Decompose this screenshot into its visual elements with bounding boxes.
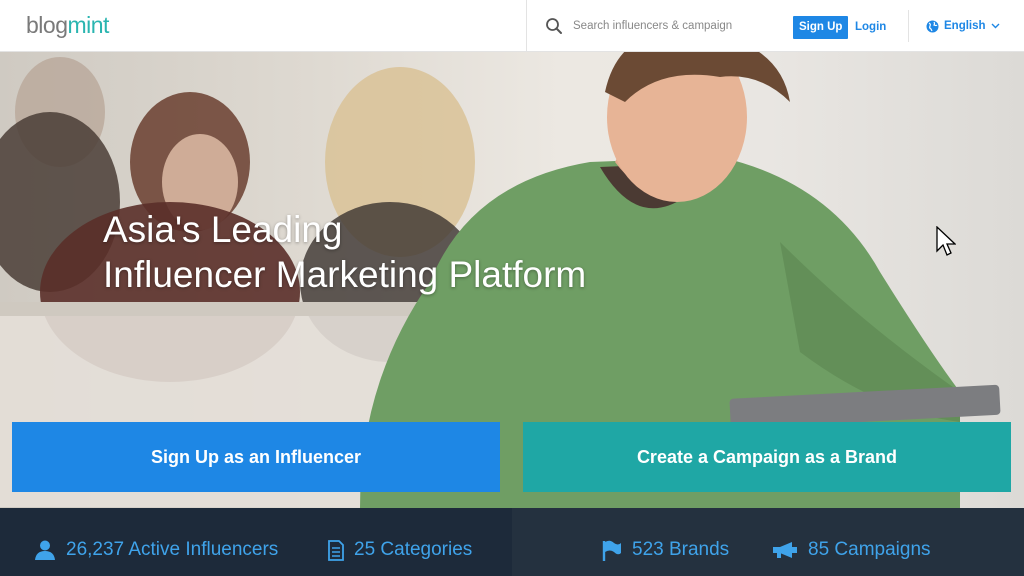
stat-campaigns: 85 Campaigns xyxy=(772,539,931,561)
search-bar xyxy=(526,0,908,52)
login-button[interactable]: Login xyxy=(855,16,886,39)
chevron-down-icon xyxy=(991,23,1000,29)
stat-categories-label: 25 Categories xyxy=(354,539,473,560)
hero-title: Asia's Leading Influencer Marketing Plat… xyxy=(103,207,586,297)
stat-brands-label: 523 Brands xyxy=(632,539,730,560)
divider xyxy=(908,10,909,42)
search-icon[interactable] xyxy=(545,17,563,35)
megaphone-icon xyxy=(773,542,797,558)
stat-brands: 523 Brands xyxy=(602,539,729,561)
signup-influencer-button[interactable]: Sign Up as an Influencer xyxy=(12,422,500,492)
document-icon xyxy=(328,539,344,561)
mouse-cursor-icon xyxy=(936,226,956,256)
user-icon xyxy=(35,540,55,560)
stats-bar: 26,237 Active Influencers 25 Categories … xyxy=(0,508,1024,576)
top-navbar: blogmint Sign Up Login English xyxy=(0,0,1024,52)
globe-icon xyxy=(926,20,939,32)
stat-categories: 25 Categories xyxy=(328,539,472,561)
language-selector[interactable]: English xyxy=(926,16,1000,36)
create-campaign-brand-button[interactable]: Create a Campaign as a Brand xyxy=(523,422,1011,492)
stat-influencers: 26,237 Active Influencers xyxy=(34,539,278,561)
stat-campaigns-label: 85 Campaigns xyxy=(808,539,931,560)
signup-button[interactable]: Sign Up xyxy=(793,16,849,39)
logo-text-blog: blog xyxy=(26,12,68,38)
hero-title-line1: Asia's Leading xyxy=(103,209,343,250)
blogmint-logo[interactable]: blogmint xyxy=(26,12,109,39)
search-input[interactable] xyxy=(573,14,783,38)
hero-title-line2: Influencer Marketing Platform xyxy=(103,254,587,295)
stats-bar-right xyxy=(512,508,1024,576)
logo-text-mint: mint xyxy=(67,12,109,38)
hero-banner: Asia's Leading Influencer Marketing Plat… xyxy=(0,52,1024,508)
stat-influencers-label: 26,237 Active Influencers xyxy=(66,539,279,560)
language-label: English xyxy=(944,20,986,32)
flag-icon xyxy=(602,540,621,561)
